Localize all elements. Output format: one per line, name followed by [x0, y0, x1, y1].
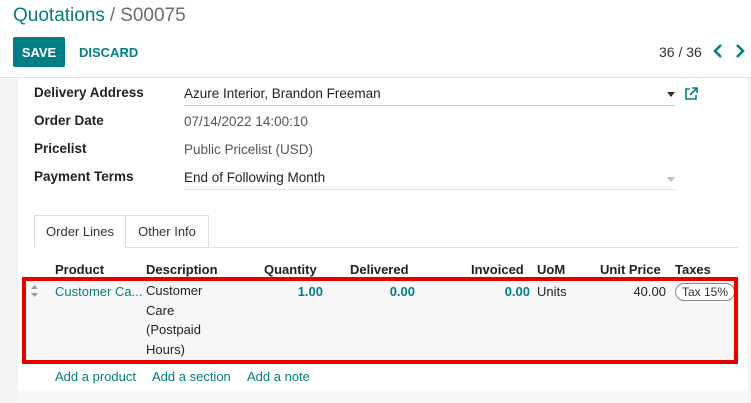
pricelist-label: Pricelist	[34, 141, 87, 156]
delivery-address-underline	[184, 105, 675, 106]
chevron-left-icon[interactable]	[711, 42, 725, 60]
row-description[interactable]: Customer Care (Postpaid Hours)	[146, 281, 226, 359]
row-uom[interactable]: Units	[537, 284, 567, 299]
discard-button[interactable]: DISCARD	[72, 37, 145, 67]
caret-down-icon[interactable]	[667, 92, 675, 97]
row-description-line: Hours)	[146, 341, 186, 357]
row-description-line: Customer	[146, 283, 203, 298]
add-note-link[interactable]: Add a note	[247, 369, 310, 384]
row-invoiced: 0.00	[504, 284, 530, 299]
pager-value[interactable]: 36 / 36	[659, 44, 702, 60]
row-delivered[interactable]: 0.00	[365, 284, 415, 299]
row-product[interactable]: Customer Ca...	[55, 284, 142, 299]
column-header-delivered[interactable]: Delivered	[350, 262, 409, 277]
column-header-invoiced[interactable]: Invoiced	[471, 262, 524, 277]
pricelist-value: Public Pricelist (USD)	[184, 142, 314, 157]
control-panel: Quotations / S00075 SAVE DISCARD 36 / 36	[0, 0, 751, 78]
breadcrumb-quotations-link[interactable]: Quotations	[13, 5, 105, 26]
tab-other-info[interactable]: Other Info	[126, 215, 209, 248]
payment-terms-underline	[184, 189, 675, 190]
breadcrumb-current: S00075	[120, 5, 186, 26]
add-section-link[interactable]: Add a section	[152, 369, 231, 384]
payment-terms-label: Payment Terms	[34, 169, 134, 184]
row-description-line: (Postpaid	[146, 322, 201, 337]
order-date-value: 07/14/2022 14:00:10	[184, 114, 308, 129]
tab-order-lines[interactable]: Order Lines	[34, 215, 126, 248]
breadcrumb-separator: /	[109, 5, 116, 26]
order-date-label: Order Date	[34, 113, 104, 128]
drag-handle-icon[interactable]	[30, 284, 39, 298]
external-link-icon[interactable]	[684, 87, 698, 101]
column-header-quantity[interactable]: Quantity	[264, 262, 317, 277]
list-footer	[18, 390, 748, 403]
add-product-link[interactable]: Add a product	[55, 369, 136, 384]
column-header-uom[interactable]: UoM	[537, 262, 565, 277]
row-description-line: Care	[146, 302, 175, 318]
column-header-product[interactable]: Product	[55, 262, 104, 277]
form-sheet: Delivery Address Azure Interior, Brandon…	[18, 78, 748, 403]
column-header-unit-price[interactable]: Unit Price	[600, 262, 661, 277]
row-quantity[interactable]: 1.00	[273, 284, 323, 299]
delivery-address-label: Delivery Address	[34, 85, 144, 100]
row-unit-price[interactable]: 40.00	[616, 284, 666, 299]
payment-terms-field[interactable]: End of Following Month	[184, 170, 325, 185]
caret-down-icon[interactable]	[667, 177, 675, 182]
delivery-address-field[interactable]: Azure Interior, Brandon Freeman	[184, 86, 381, 101]
tax-badge[interactable]: Tax 15%	[675, 283, 736, 301]
column-header-taxes[interactable]: Taxes	[675, 262, 711, 277]
save-button[interactable]: SAVE	[13, 37, 65, 67]
column-header-description[interactable]: Description	[146, 262, 218, 277]
chevron-right-icon[interactable]	[733, 42, 747, 60]
breadcrumb: Quotations / S00075	[13, 5, 186, 27]
